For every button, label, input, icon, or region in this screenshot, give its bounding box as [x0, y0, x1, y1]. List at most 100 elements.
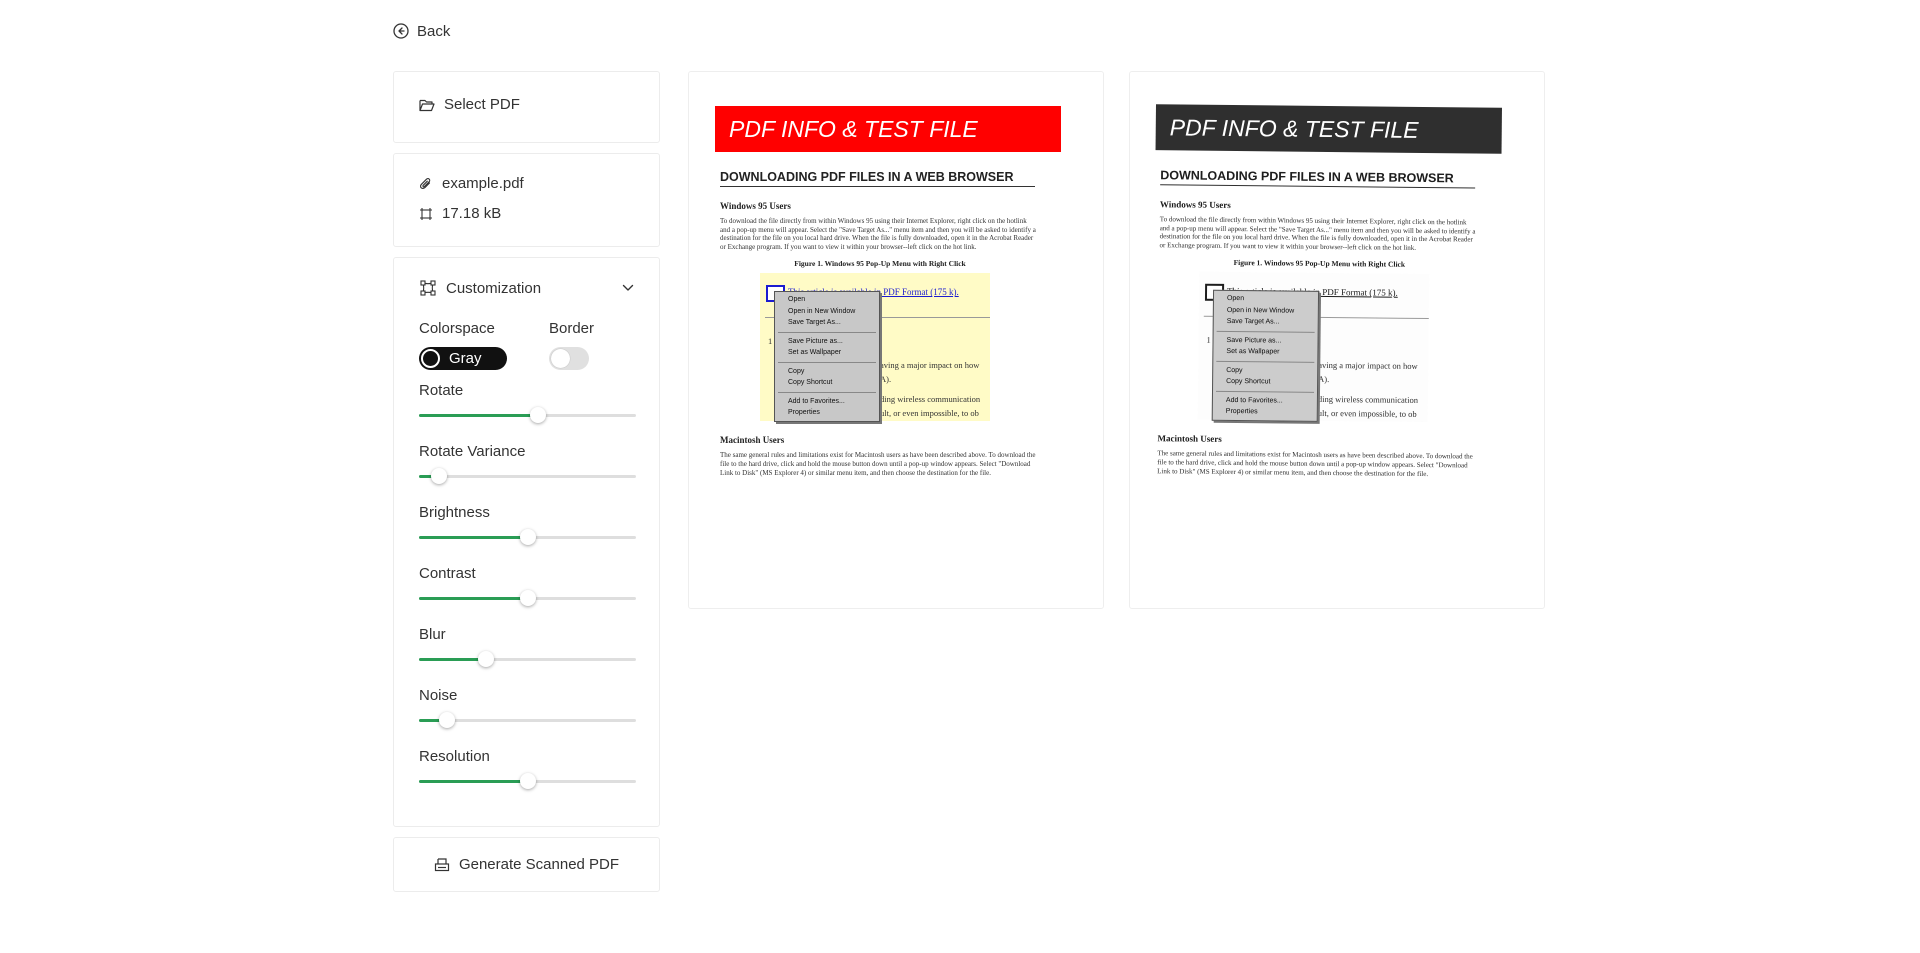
context-menu: Open Open in New Window Save Target As... S… — [1211, 290, 1320, 422]
slider-label: Rotate Variance — [419, 443, 526, 460]
slider-blur[interactable] — [419, 649, 636, 669]
slider-resolution[interactable] — [419, 771, 636, 791]
slider-thumb[interactable] — [439, 712, 456, 728]
border-toggle-knob — [551, 349, 570, 368]
screenshot-letter: 1 — [768, 336, 773, 347]
arrow-left-circle-icon — [393, 23, 409, 39]
chevron-down-icon — [622, 284, 634, 292]
slider-fill — [419, 780, 528, 783]
slider-fill — [419, 536, 528, 539]
slider-thumb[interactable] — [430, 468, 447, 484]
folder-open-icon — [419, 98, 435, 112]
select-pdf-button[interactable]: Select PDF — [419, 96, 520, 113]
colorspace-toggle[interactable]: Gray — [419, 347, 507, 370]
pdf-section-windows: Windows 95 Users — [720, 201, 791, 211]
file-size: 17.18 kB — [442, 205, 502, 222]
pdf-figure-screenshot: This article is available in PDF Format … — [760, 273, 990, 422]
slider-label: Contrast — [419, 565, 476, 582]
context-menu-item: Set as Wallpaper — [788, 349, 842, 357]
screenshot-letter: 1 — [1206, 335, 1211, 346]
menu-separator — [1216, 330, 1315, 333]
slider-track — [419, 475, 636, 478]
context-menu-item: Set as Wallpaper — [1226, 348, 1280, 356]
menu-separator — [778, 391, 876, 393]
border-toggle[interactable] — [549, 347, 589, 370]
file-name: example.pdf — [442, 175, 524, 192]
context-menu-item: Add to Favorites... — [788, 397, 845, 405]
pdf-banner: PDF INFO & TEST FILE — [715, 106, 1061, 152]
slider-thumb[interactable] — [530, 407, 547, 423]
back-label: Back — [417, 22, 451, 40]
slider-thumb[interactable] — [519, 590, 536, 606]
slider-thumb[interactable] — [519, 773, 536, 789]
customization-title: Customization — [446, 279, 542, 297]
generate-panel: Generate Scanned PDF — [393, 837, 660, 892]
screenshot-fragment: A). — [1318, 374, 1330, 385]
customization-panel: Customization Colorspace Border Gray Rot… — [393, 257, 660, 827]
pdf-figure-caption: Figure 1. Windows 95 Pop-Up Menu with Ri… — [794, 259, 966, 269]
pdf-page: PDF INFO & TEST FILE DOWNLOADING PDF FIL… — [1152, 104, 1502, 479]
context-menu-item: Save Target As... — [788, 319, 841, 327]
original-preview: PDF INFO & TEST FILE DOWNLOADING PDF FIL… — [688, 71, 1104, 609]
pdf-section-windows: Windows 95 Users — [1159, 199, 1231, 210]
pdf-page: PDF INFO & TEST FILE DOWNLOADING PDF FIL… — [715, 106, 1061, 477]
back-button[interactable]: Back — [393, 18, 450, 44]
shape-icon — [419, 279, 437, 297]
slider-label: Rotate — [419, 382, 464, 399]
slider-thumb[interactable] — [519, 529, 536, 545]
screenshot-fragment: ding wireless communication — [1317, 394, 1419, 406]
screenshot-fragment: ding wireless communication — [880, 394, 981, 405]
screenshot-fragment: ult, or even impossible, to ob — [1317, 408, 1417, 420]
slider-fill — [419, 597, 528, 600]
slider-rotate-variance[interactable] — [419, 466, 636, 486]
select-pdf-panel: Select PDF — [393, 71, 660, 143]
file-info-panel: example.pdf 17.18 kB — [393, 153, 660, 247]
context-menu-item: Open — [788, 296, 806, 304]
paperclip-icon — [419, 177, 433, 191]
pdf-section-mac: Macintosh Users — [1157, 433, 1222, 445]
colorspace-toggle-knob — [421, 349, 440, 368]
slider-contrast[interactable] — [419, 588, 636, 608]
slider-fill — [419, 414, 539, 417]
dimensions-icon — [419, 207, 433, 221]
file-name-row: example.pdf — [419, 175, 524, 192]
file-size-row: 17.18 kB — [419, 205, 501, 222]
generate-label: Generate Scanned PDF — [458, 856, 620, 873]
pdf-paragraph-mac: The same general rules and limitations e… — [1157, 449, 1473, 478]
pdf-heading: DOWNLOADING PDF FILES IN A WEB BROWSER — [1160, 168, 1476, 189]
menu-separator — [1216, 360, 1315, 363]
pdf-paragraph-mac: The same general rules and limitations e… — [720, 451, 1036, 477]
screenshot-fragment: aving a major impact on how — [1318, 360, 1418, 372]
slider-label: Noise — [419, 687, 458, 704]
menu-separator — [778, 361, 876, 363]
context-menu-item: Save Target As... — [1226, 318, 1280, 326]
customization-header[interactable]: Customization — [419, 279, 634, 297]
select-pdf-label: Select PDF — [444, 96, 520, 113]
context-menu-item: Copy Shortcut — [788, 379, 833, 387]
screenshot-fragment: ult, or even impossible, to ob — [880, 408, 979, 419]
slider-label: Resolution — [419, 748, 490, 765]
slider-brightness[interactable] — [419, 527, 636, 547]
pdf-banner: PDF INFO & TEST FILE — [1155, 104, 1502, 154]
screenshot-fragment: aving a major impact on how — [880, 360, 980, 371]
pdf-section-mac: Macintosh Users — [720, 435, 785, 446]
context-menu-item: Properties — [1225, 408, 1258, 416]
pdf-heading: DOWNLOADING PDF FILES IN A WEB BROWSER — [720, 170, 1035, 187]
slider-noise[interactable] — [419, 710, 636, 730]
menu-separator — [778, 331, 876, 333]
pdf-figure-caption: Figure 1. Windows 95 Pop-Up Menu with Ri… — [1233, 258, 1406, 270]
generate-scanned-pdf-button[interactable]: Generate Scanned PDF — [394, 838, 659, 891]
menu-separator — [1216, 390, 1315, 393]
pdf-paragraph-windows: To download the file directly from withi… — [720, 217, 1036, 251]
slider-rotate[interactable] — [419, 405, 636, 425]
scanner-icon — [434, 857, 450, 872]
border-label: Border — [549, 320, 595, 337]
slider-fill — [419, 658, 487, 661]
context-menu-item: Save Picture as... — [788, 337, 843, 345]
context-menu-item: Properties — [788, 409, 820, 417]
slider-thumb[interactable] — [478, 651, 495, 667]
context-menu: Open Open in New Window Save Target As... S… — [774, 291, 880, 422]
scanned-preview: PDF INFO & TEST FILE DOWNLOADING PDF FIL… — [1129, 71, 1545, 609]
slider-label: Brightness — [419, 504, 490, 521]
colorspace-value: Gray — [449, 350, 482, 367]
